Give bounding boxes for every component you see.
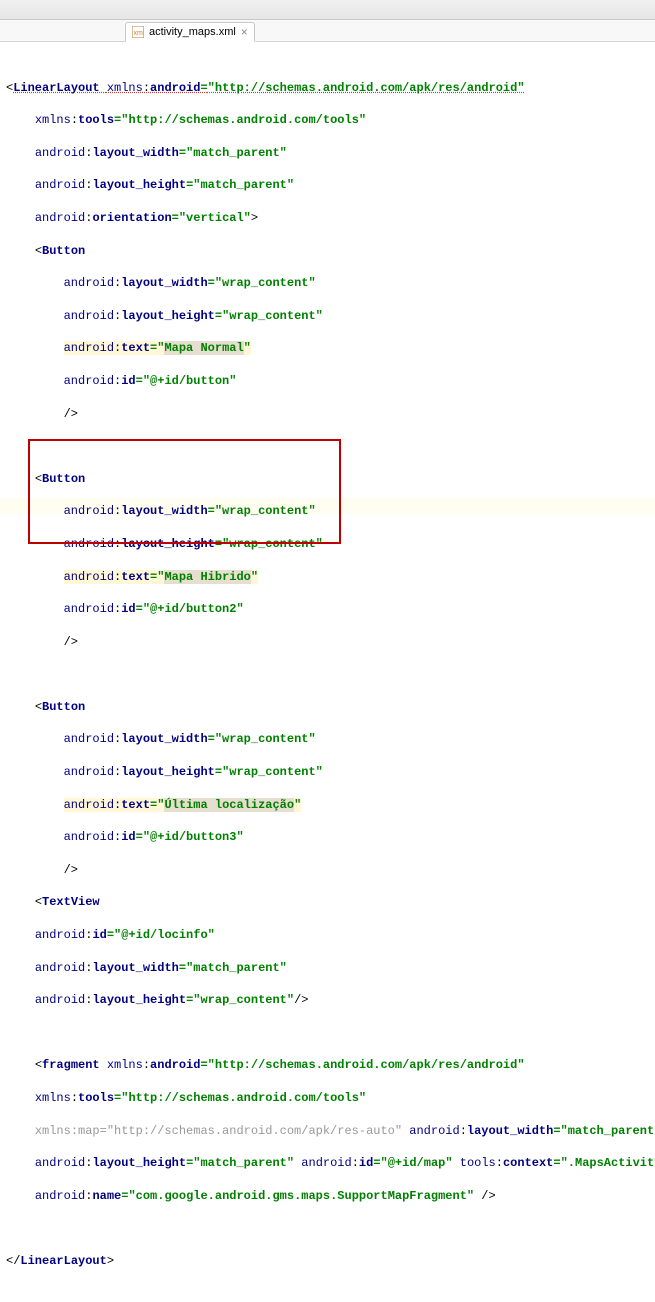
code-line: android:name="com.google.android.gms.map… (6, 1188, 655, 1204)
code-line: android:layout_height="match_parent" (6, 177, 655, 193)
svg-text:xml: xml (134, 30, 145, 37)
code-line (6, 666, 655, 682)
tab-activity-maps[interactable]: xml activity_maps.xml × (125, 22, 255, 42)
code-line: /> (6, 406, 655, 422)
code-line: android:id="@+id/button" (6, 373, 655, 389)
tab-bar: xml activity_maps.xml × (0, 20, 655, 42)
code-line: android:layout_width="match_parent" (6, 145, 655, 161)
code-line: android:orientation="vertical"> (6, 210, 655, 226)
code-line (6, 438, 655, 454)
code-line: android:layout_width="wrap_content" (6, 275, 655, 291)
code-line: <Button (6, 471, 655, 487)
tab-label: activity_maps.xml (149, 26, 236, 38)
code-line: xmlns:tools="http://schemas.android.com/… (6, 112, 655, 128)
code-line: <Button (6, 699, 655, 715)
code-line: android:layout_height="wrap_content" (6, 308, 655, 324)
code-line: android:layout_width="wrap_content" (6, 503, 655, 519)
annotation-box (28, 439, 341, 544)
code-line: <TextView (6, 894, 655, 910)
code-line: android:layout_width="wrap_content" (6, 731, 655, 747)
code-line: /> (6, 862, 655, 878)
code-line: android:id="@+id/locinfo" (6, 927, 655, 943)
code-line: android:text="Mapa Normal" (6, 340, 655, 356)
code-line: <LinearLayout xmlns:android="http://sche… (6, 80, 655, 96)
code-line: xmlns:map="http://schemas.android.com/ap… (6, 1123, 655, 1139)
code-line: android:id="@+id/button2" (6, 601, 655, 617)
xml-file-icon: xml (132, 26, 144, 38)
code-line: android:layout_height="wrap_content" (6, 764, 655, 780)
code-line: android:text="Mapa Hibrido" (6, 569, 655, 585)
code-line: android:text="Última localização" (6, 797, 655, 813)
top-toolbar (0, 0, 655, 20)
code-line: xmlns:tools="http://schemas.android.com/… (6, 1090, 655, 1106)
code-line: android:id="@+id/button3" (6, 829, 655, 845)
code-line (6, 1220, 655, 1236)
code-line: android:layout_height="wrap_content" (6, 536, 655, 552)
code-line: <fragment xmlns:android="http://schemas.… (6, 1057, 655, 1073)
code-line (6, 1025, 655, 1041)
code-editor[interactable]: <LinearLayout xmlns:android="http://sche… (0, 42, 655, 1302)
code-line: <Button (6, 243, 655, 259)
code-line: /> (6, 634, 655, 650)
close-icon[interactable]: × (241, 26, 248, 38)
code-line: </LinearLayout> (6, 1253, 655, 1269)
code-line: android:layout_height="wrap_content"/> (6, 992, 655, 1008)
code-line: android:layout_height="match_parent" and… (6, 1155, 655, 1171)
code-line: android:layout_width="match_parent" (6, 960, 655, 976)
